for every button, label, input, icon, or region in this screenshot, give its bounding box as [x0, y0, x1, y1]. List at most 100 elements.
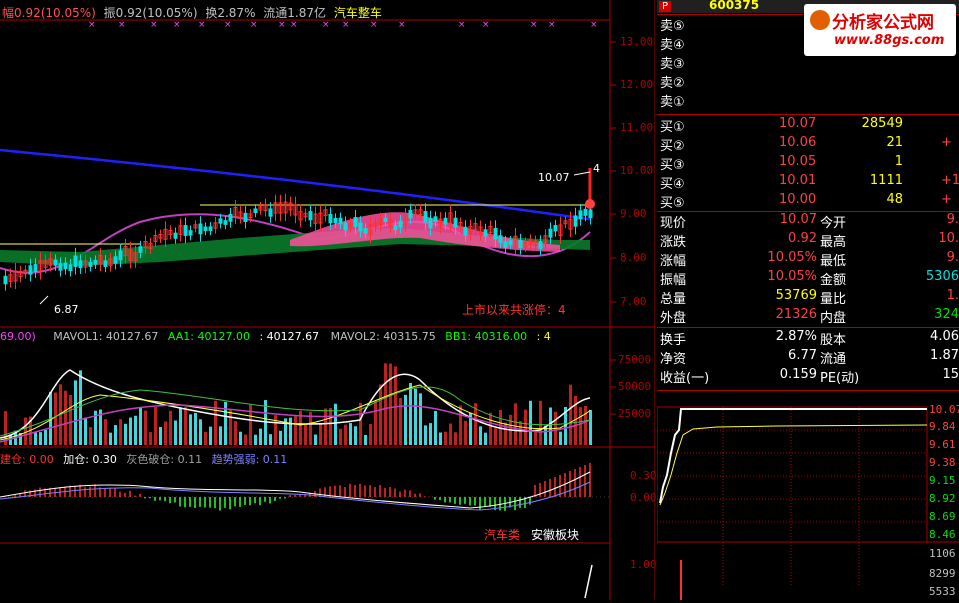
sell-level-label: 卖⑤ [660, 15, 685, 34]
candle-body [69, 265, 72, 271]
indicator-bar [224, 497, 226, 508]
bottom-panel-line [585, 565, 592, 598]
volume-bar [294, 415, 297, 445]
indicator-bar [384, 488, 386, 497]
high-price-label: 10.07 [538, 171, 570, 184]
candle-body [484, 230, 487, 236]
volume-bar [259, 429, 262, 445]
price-axis-label: 13.00 [620, 35, 653, 48]
volume-bar [464, 421, 467, 445]
volume-bar [314, 434, 317, 445]
intraday-axis-label: 8.46 [929, 528, 956, 541]
volume-bar [159, 427, 162, 445]
sector-tag-auto[interactable]: 汽车类 [484, 526, 520, 543]
indicator-axis-label: 0.30 [630, 469, 657, 482]
stat-row[interactable]: 收益(一)0.159PE(动)15 [657, 367, 959, 386]
volume-bar [119, 419, 122, 445]
intraday-chart[interactable]: 10.079.849.619.389.158.928.698.461106829… [657, 395, 959, 600]
buy-level-label: 买② [660, 135, 685, 154]
indicator-bar [369, 485, 371, 497]
candle-body [309, 212, 312, 220]
candle-body [219, 219, 222, 223]
stat-label: 收益(一) [660, 367, 709, 386]
sell-level-row[interactable]: 卖② [657, 72, 959, 91]
indicator-bar [339, 485, 341, 497]
volume-bar [334, 404, 337, 445]
stat-label-2: 金额 [820, 269, 846, 288]
buy-level-row[interactable]: 买②10.0621+ [657, 135, 959, 154]
volume-bar [454, 432, 457, 445]
turnover-text: 换2.87% [205, 6, 255, 20]
indicator-bar [74, 486, 76, 497]
indicator-bar [134, 496, 136, 497]
stat-row[interactable]: 现价10.07今开9. [657, 212, 959, 231]
kline-chart-canvas[interactable]: ×××××××××××××××××× [0, 0, 655, 600]
candle-body [464, 227, 467, 235]
buy-level-row[interactable]: 买①10.0728549 [657, 116, 959, 135]
stat-row[interactable]: 涨跌0.92最高10. [657, 231, 959, 250]
intraday-axis-label: 9.38 [929, 456, 956, 469]
indicator-bar [389, 487, 391, 497]
marker-x-icon: × [224, 20, 232, 30]
volume-bar [54, 393, 57, 445]
intraday-avg-line [660, 425, 927, 505]
buy-level-row[interactable]: 买④10.011111+1( [657, 173, 959, 192]
stat-row[interactable]: 换手2.87%股本4.06 [657, 329, 959, 348]
main-chart-area[interactable]: ×××××××××××××××××× 幅0.92(10.05%) 振0.92(1… [0, 0, 655, 600]
volume-bar [569, 385, 572, 445]
buy-level-price: 10.00 [779, 192, 816, 207]
indicator-bar [179, 497, 181, 506]
indicator-bar [544, 481, 546, 497]
buy-level-row[interactable]: 买③10.051 [657, 154, 959, 173]
float-text: 流通1.87亿 [263, 6, 326, 20]
limit-up-count-label: 上市以来共涨停：4 [462, 301, 566, 318]
indicator-bar [89, 487, 91, 497]
sector-tag-anhui[interactable]: 安徽板块 [531, 526, 579, 543]
stat-row[interactable]: 净资6.77流通1.87 [657, 348, 959, 367]
indicator-bar [139, 494, 141, 497]
indicator-bar [459, 497, 461, 505]
buy-level-row[interactable]: 买⑤10.0048+ [657, 192, 959, 211]
candle-body [394, 226, 397, 230]
intraday-axis-label: 9.15 [929, 474, 956, 487]
marker-x-icon: × [530, 20, 538, 30]
stat-row[interactable]: 涨幅10.05%最低9. [657, 250, 959, 269]
indicator-bar [529, 497, 531, 505]
stat-row[interactable]: 总量53769量比1. [657, 288, 959, 307]
indicator-bar [404, 490, 406, 497]
candle-body [504, 242, 507, 248]
quote-divider [657, 114, 959, 115]
candle-body [519, 240, 522, 247]
intraday-price-line [660, 409, 927, 503]
volume-bar [429, 423, 432, 445]
header-info: 幅0.92(10.05%) 振0.92(10.05%) 换2.87% 流通1.8… [2, 4, 382, 21]
volume-bar [154, 407, 157, 445]
volume-bar [84, 418, 87, 445]
candle-body [209, 227, 212, 231]
stat-label: 总量 [660, 288, 686, 307]
volume-axis-label: 75000 [618, 353, 651, 366]
stat-row[interactable]: 振幅10.05%金额5306 [657, 269, 959, 288]
indicator-bar [154, 497, 156, 501]
marker-x-icon: × [250, 20, 258, 30]
change-pct-text: 幅0.92(10.05%) [2, 6, 96, 20]
stat-label-2: 最低 [820, 250, 846, 269]
indicator-bar [14, 495, 16, 497]
indicator-bar [579, 467, 581, 497]
indicator-bar [124, 493, 126, 497]
volume-bar [399, 398, 402, 445]
candle-body [34, 265, 37, 272]
stat-row[interactable]: 外盘21326内盘324 [657, 307, 959, 326]
indicator-header: 建仓: 0.00 加仓: 0.30 灰色破仓: 0.11 趋势强弱: 0.11 [0, 451, 287, 467]
indicator-bar [379, 485, 381, 497]
sell-level-row[interactable]: 卖① [657, 91, 959, 110]
amplitude-text: 振0.92(10.05%) [104, 6, 198, 20]
stat-value: 21326 [776, 307, 817, 322]
quote-panel[interactable]: P 600375 卖⑤卖④卖③卖②卖①买①10.0728549买②10.0621… [657, 0, 959, 600]
volume-bar [69, 395, 72, 445]
volume-bar [189, 414, 192, 445]
price-axis-label: 12.00 [620, 78, 653, 91]
marker-x-icon: × [398, 20, 406, 30]
volume-bar [64, 391, 67, 445]
stat-value-2: 9. [947, 212, 959, 227]
